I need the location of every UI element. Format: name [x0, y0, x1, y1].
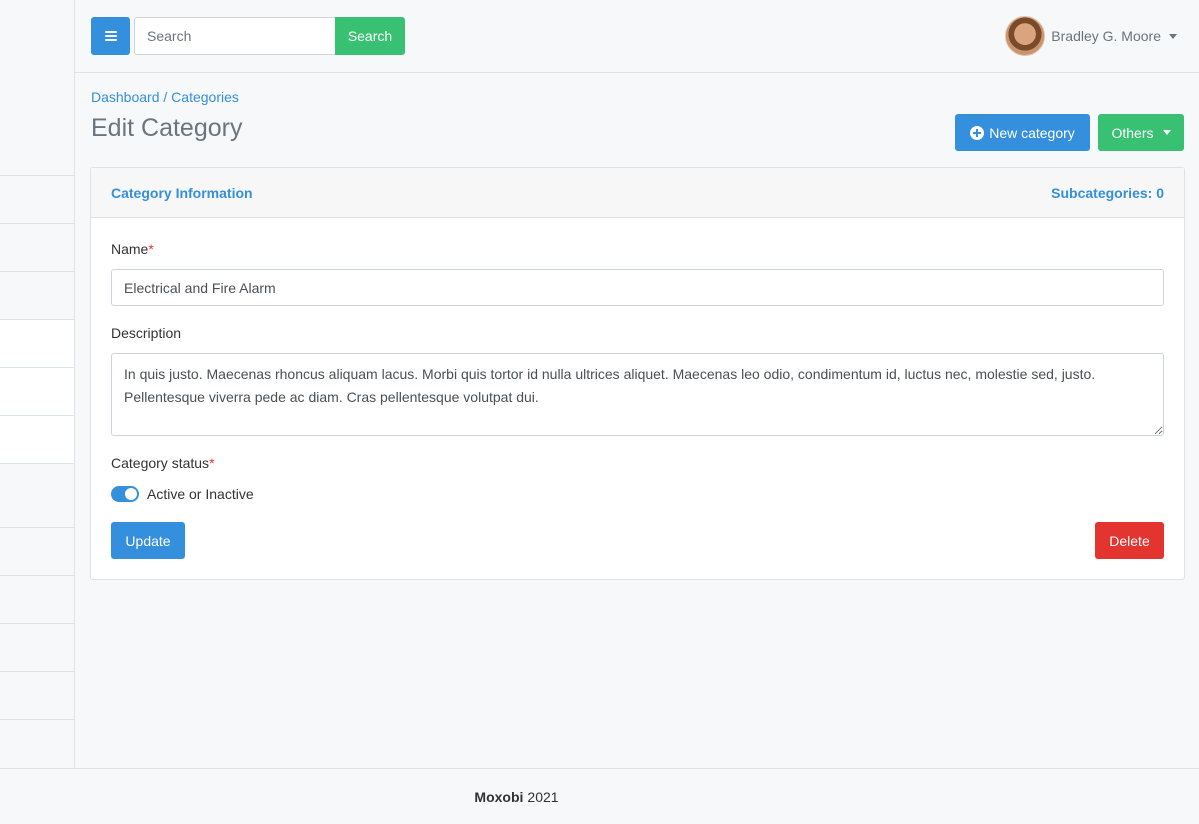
search-input[interactable]	[134, 17, 335, 55]
name-label-text: Name	[111, 241, 149, 257]
card-title: Category Information	[111, 184, 253, 201]
search-button[interactable]: Search	[335, 17, 405, 55]
topbar: Search Bradley G. Moore	[75, 0, 1199, 73]
menu-toggle-button[interactable]	[91, 17, 130, 55]
name-field[interactable]	[111, 269, 1164, 306]
required-mark: *	[209, 455, 215, 471]
user-menu[interactable]: Bradley G. Moore	[1005, 16, 1177, 56]
footer: Moxobi 2021	[0, 768, 1199, 824]
hamburger-icon	[104, 31, 117, 41]
sidebar-item[interactable]	[0, 368, 74, 416]
sidebar-item[interactable]	[0, 176, 74, 224]
sidebar-item[interactable]	[0, 416, 74, 464]
caret-down-icon	[1162, 130, 1171, 135]
required-mark: *	[148, 241, 154, 257]
others-dropdown-button[interactable]: Others	[1098, 114, 1184, 151]
description-label: Description	[111, 325, 182, 341]
status-label: Category status*	[111, 455, 215, 471]
delete-button[interactable]: Delete	[1095, 522, 1164, 559]
sidebar-item[interactable]	[0, 224, 74, 272]
breadcrumb-categories[interactable]: Categories	[171, 89, 239, 105]
toggle-label[interactable]: Active or Inactive	[147, 486, 254, 502]
breadcrumb-dashboard[interactable]: Dashboard	[91, 89, 160, 105]
description-field[interactable]: In quis justo. Maecenas rhoncus aliquam …	[111, 353, 1164, 436]
sidebar-item[interactable]	[0, 528, 74, 576]
update-button[interactable]: Update	[111, 522, 185, 559]
name-label: Name*	[111, 241, 154, 257]
new-category-button[interactable]: New category	[955, 114, 1090, 151]
card-header: Category Information Subcategories: 0	[91, 168, 1184, 218]
footer-brand: Moxobi	[474, 788, 524, 805]
toggle-knob	[125, 488, 137, 500]
avatar	[1005, 16, 1046, 56]
sidebar-header	[0, 0, 74, 176]
sidebar	[0, 0, 75, 768]
category-card: Category Information Subcategories: 0 Na…	[90, 167, 1185, 580]
sidebar-item[interactable]	[0, 272, 74, 320]
caret-down-icon	[1169, 33, 1177, 39]
sidebar-item[interactable]	[0, 624, 74, 672]
page-title: Edit Category	[91, 114, 243, 142]
subcategories-count: Subcategories: 0	[1051, 184, 1164, 201]
status-toggle[interactable]	[111, 486, 139, 502]
sidebar-item[interactable]	[0, 464, 74, 528]
others-label: Others	[1111, 124, 1154, 141]
footer-year: 2021	[527, 788, 559, 805]
new-category-label: New category	[989, 124, 1075, 141]
status-toggle-row: Active or Inactive	[111, 486, 254, 502]
plus-circle-icon	[970, 125, 985, 140]
user-name: Bradley G. Moore	[1051, 28, 1161, 44]
breadcrumb: Dashboard / Categories	[91, 89, 239, 105]
sidebar-item[interactable]	[0, 576, 74, 624]
sidebar-item[interactable]	[0, 320, 74, 368]
sidebar-item[interactable]	[0, 672, 74, 720]
status-label-text: Category status	[111, 455, 210, 471]
breadcrumb-separator: /	[163, 89, 168, 105]
